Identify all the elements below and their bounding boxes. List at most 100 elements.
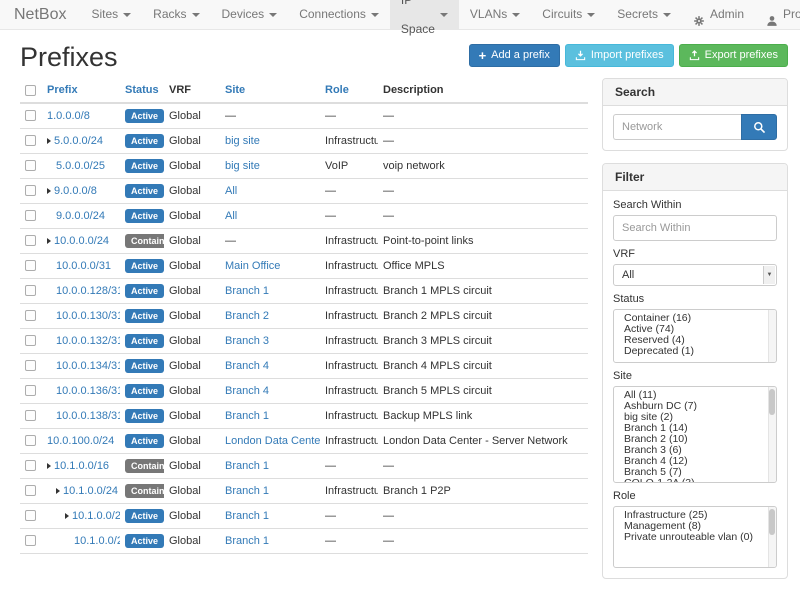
row-checkbox[interactable] — [25, 285, 36, 296]
prefix-link[interactable]: 5.0.0.0/24 — [54, 135, 103, 147]
prefix-link[interactable]: 10.0.0.0/31 — [56, 260, 111, 272]
site-link[interactable]: Branch 2 — [225, 310, 269, 322]
role-option[interactable]: Private unrouteable vlan (0) — [614, 532, 776, 543]
prefix-link[interactable]: 10.1.0.0/26 — [74, 535, 120, 547]
prefix-link[interactable]: 10.0.0.138/31 — [56, 410, 120, 422]
row-checkbox[interactable] — [25, 260, 36, 271]
nav-item-vlans[interactable]: VLANs — [459, 0, 531, 29]
site-option[interactable]: Ashburn DC (7) — [614, 401, 776, 412]
prefix-link[interactable]: 10.1.0.0/16 — [54, 460, 109, 472]
prefix-link[interactable]: 10.0.0.136/31 — [56, 385, 120, 397]
import-prefixes-button[interactable]: Import prefixes — [565, 44, 674, 67]
row-checkbox[interactable] — [25, 360, 36, 371]
site-link[interactable]: All — [225, 185, 237, 197]
role-scrollbar[interactable] — [768, 507, 776, 567]
nav-item-admin[interactable]: Admin — [682, 0, 755, 29]
column-header-site[interactable]: Site — [220, 78, 320, 103]
row-checkbox[interactable] — [25, 310, 36, 321]
site-link[interactable]: big site — [225, 160, 260, 172]
prefix-link[interactable]: 10.0.0.0/24 — [54, 235, 109, 247]
header-buttons: + Add a prefix Import prefixes Export pr… — [469, 44, 788, 67]
prefix-link[interactable]: 10.1.0.0/24 — [63, 485, 118, 497]
prefix-link[interactable]: 10.0.0.134/31 — [56, 360, 120, 372]
row-checkbox[interactable] — [25, 485, 36, 496]
nav-item-secrets[interactable]: Secrets — [606, 0, 682, 29]
row-checkbox[interactable] — [25, 535, 36, 546]
add-prefix-button[interactable]: + Add a prefix — [469, 44, 560, 67]
site-option[interactable]: Branch 1 (14) — [614, 423, 776, 434]
site-link[interactable]: Branch 1 — [225, 410, 269, 422]
prefix-link[interactable]: 9.0.0.0/8 — [54, 185, 97, 197]
prefix-link[interactable]: 1.0.0.0/8 — [47, 110, 90, 122]
role-option[interactable]: Management (8) — [614, 521, 776, 532]
status-listbox[interactable]: Container (16)Active (74)Reserved (4)Dep… — [613, 309, 777, 363]
select-all-checkbox[interactable] — [25, 85, 36, 96]
status-option[interactable]: Deprecated (1) — [614, 346, 776, 357]
row-checkbox[interactable] — [25, 135, 36, 146]
site-option[interactable]: big site (2) — [614, 412, 776, 423]
nav-item-sites[interactable]: Sites — [80, 0, 142, 29]
export-prefixes-button[interactable]: Export prefixes — [679, 44, 788, 67]
site-link[interactable]: Branch 1 — [225, 510, 269, 522]
row-checkbox[interactable] — [25, 435, 36, 446]
search-button[interactable] — [741, 114, 777, 140]
site-link[interactable]: Branch 3 — [225, 335, 269, 347]
nav-item-racks[interactable]: Racks — [142, 0, 210, 29]
site-listbox[interactable]: All (11)Ashburn DC (7)big site (2)Branch… — [613, 386, 777, 483]
status-option[interactable]: Container (16) — [614, 313, 776, 324]
netbox-brand[interactable]: NetBox — [0, 0, 80, 29]
prefix-link[interactable]: 10.1.0.0/25 — [72, 510, 120, 522]
site-scrollbar[interactable] — [768, 387, 776, 482]
site-link[interactable]: Branch 1 — [225, 485, 269, 497]
column-header-role[interactable]: Role — [320, 78, 378, 103]
site-link[interactable]: All — [225, 210, 237, 222]
nav-item-circuits[interactable]: Circuits — [531, 0, 606, 29]
search-input[interactable] — [613, 114, 741, 140]
site-option[interactable]: Branch 5 (7) — [614, 467, 776, 478]
row-checkbox[interactable] — [25, 110, 36, 121]
row-checkbox[interactable] — [25, 235, 36, 246]
site-link[interactable]: big site — [225, 135, 260, 147]
site-link[interactable]: Branch 1 — [225, 535, 269, 547]
column-header-status[interactable]: Status — [120, 78, 164, 103]
site-link[interactable]: Main Office — [225, 260, 280, 272]
role-scrollbar-thumb[interactable] — [769, 509, 775, 535]
row-checkbox[interactable] — [25, 210, 36, 221]
prefix-link[interactable]: 10.0.0.132/31 — [56, 335, 120, 347]
site-option[interactable]: Branch 4 (12) — [614, 456, 776, 467]
prefix-link[interactable]: 10.0.100.0/24 — [47, 435, 114, 447]
nav-item-profile[interactable]: Profile — [755, 0, 800, 29]
column-header-prefix[interactable]: Prefix — [42, 78, 120, 103]
row-checkbox[interactable] — [25, 510, 36, 521]
prefix-link[interactable]: 5.0.0.0/25 — [56, 160, 105, 172]
vrf-select[interactable]: All ▼ — [613, 264, 777, 286]
site-link[interactable]: London Data Center — [225, 435, 320, 447]
site-option[interactable]: Branch 2 (10) — [614, 434, 776, 445]
prefix-link[interactable]: 10.0.0.130/31 — [56, 310, 120, 322]
site-option[interactable]: COLO-1-2A (3) — [614, 478, 776, 483]
row-checkbox[interactable] — [25, 185, 36, 196]
row-checkbox[interactable] — [25, 385, 36, 396]
row-checkbox[interactable] — [25, 460, 36, 471]
nav-item-connections[interactable]: Connections — [288, 0, 390, 29]
prefix-link[interactable]: 10.0.0.128/31 — [56, 285, 120, 297]
role-listbox[interactable]: Infrastructure (25)Management (8)Private… — [613, 506, 777, 568]
status-option[interactable]: Active (74) — [614, 324, 776, 335]
search-within-input[interactable] — [613, 215, 777, 241]
row-checkbox[interactable] — [25, 410, 36, 421]
site-link[interactable]: Branch 4 — [225, 360, 269, 372]
site-option[interactable]: Branch 3 (6) — [614, 445, 776, 456]
site-option[interactable]: All (11) — [614, 390, 776, 401]
row-checkbox[interactable] — [25, 160, 36, 171]
site-link[interactable]: Branch 1 — [225, 285, 269, 297]
row-checkbox[interactable] — [25, 335, 36, 346]
site-link[interactable]: Branch 1 — [225, 460, 269, 472]
role-option[interactable]: Infrastructure (25) — [614, 510, 776, 521]
site-link[interactable]: Branch 4 — [225, 385, 269, 397]
prefix-link[interactable]: 9.0.0.0/24 — [56, 210, 105, 222]
nav-item-devices[interactable]: Devices — [211, 0, 289, 29]
nav-item-ip-space[interactable]: IP Space — [390, 0, 459, 29]
site-scrollbar-thumb[interactable] — [769, 389, 775, 415]
status-scrollbar[interactable] — [768, 310, 776, 362]
status-option[interactable]: Reserved (4) — [614, 335, 776, 346]
